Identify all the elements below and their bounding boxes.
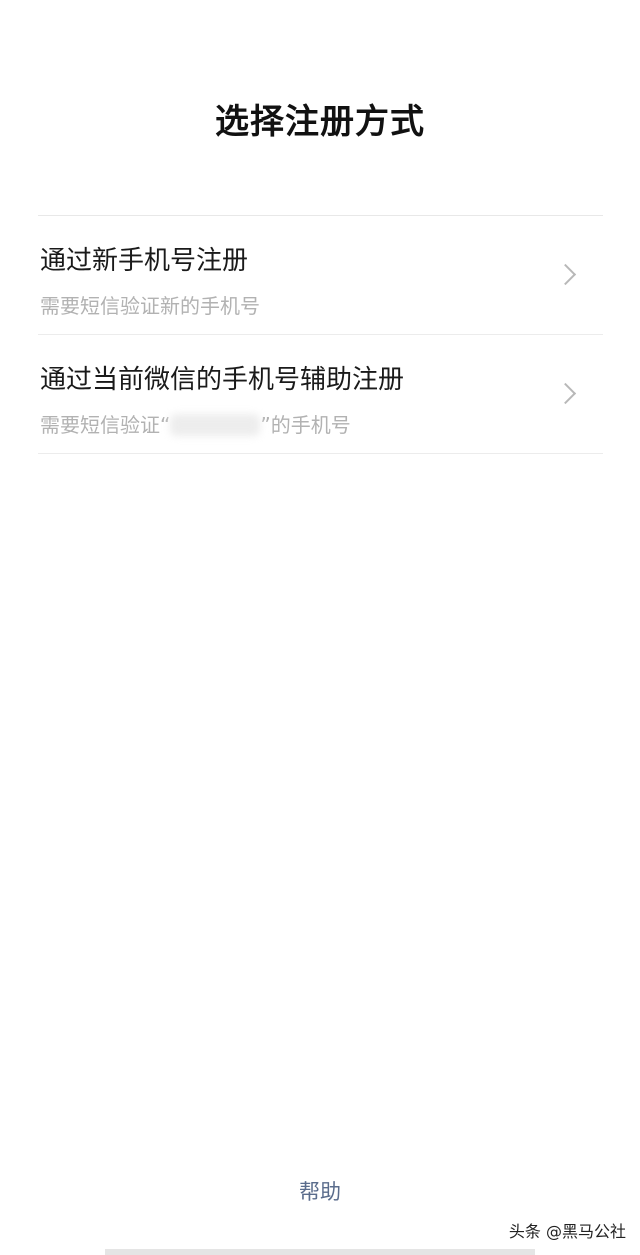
page-title: 选择注册方式 xyxy=(215,102,425,142)
option-title: 通过新手机号注册 xyxy=(40,246,249,276)
blurred-phone-number xyxy=(170,414,261,436)
option-subtitle: 需要短信验证“ ”的手机号 xyxy=(40,409,351,438)
chevron-right-icon xyxy=(554,382,577,405)
option-subtitle: 需要短信验证新的手机号 xyxy=(40,294,260,318)
watermark: 头条 @黑马公社 xyxy=(508,1222,626,1241)
registration-options-list: 通过新手机号注册 需要短信验证新的手机号 通过当前微信的手机号辅助注册 需要短信… xyxy=(38,215,603,454)
option-current-wechat-phone-register[interactable]: 通过当前微信的手机号辅助注册 需要短信验证“ ”的手机号 xyxy=(38,335,603,454)
chevron-right-icon xyxy=(554,263,577,286)
help-link[interactable]: 帮助 xyxy=(0,1176,640,1206)
option-subtitle-prefix: 需要短信验证“ xyxy=(40,413,171,437)
home-indicator-bar xyxy=(105,1249,535,1255)
option-subtitle-suffix: ”的手机号 xyxy=(260,413,351,437)
option-new-phone-register[interactable]: 通过新手机号注册 需要短信验证新的手机号 xyxy=(38,216,603,335)
option-title: 通过当前微信的手机号辅助注册 xyxy=(40,365,405,395)
